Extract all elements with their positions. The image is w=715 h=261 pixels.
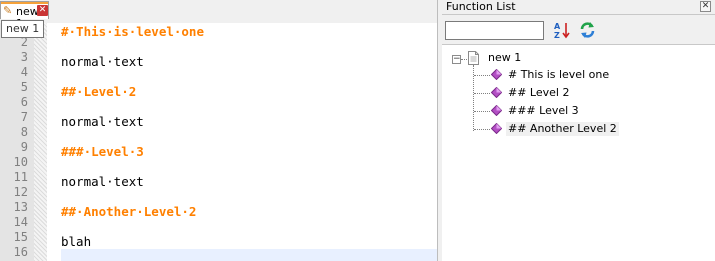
text-area[interactable]: #·This·is·level·one normal·text ##·Level·2… <box>47 23 437 261</box>
text-line[interactable]: normal·text <box>61 174 144 189</box>
tab-tooltip: new 1 <box>1 20 45 38</box>
line-number: 12 <box>13 185 28 199</box>
tab-bar: ✎ new 1 ✕ <box>0 0 437 30</box>
line-number: 16 <box>13 245 28 259</box>
tree-root-label[interactable]: new 1 <box>488 51 521 65</box>
line-number: 7 <box>20 110 28 124</box>
close-panel-icon[interactable]: ✕ <box>700 1 711 12</box>
function-search-input[interactable] <box>445 21 544 40</box>
function-list-title-bar: Function List ✕ <box>442 0 715 15</box>
function-list-item[interactable]: # This is level one <box>484 67 684 83</box>
heading-line[interactable]: ###·Level·3 <box>61 144 144 159</box>
pencil-icon: ✎ <box>3 4 13 17</box>
function-gem-icon <box>490 104 503 117</box>
line-number: 6 <box>20 95 28 109</box>
line-number: 15 <box>13 230 28 244</box>
editor-pane: ✎ new 1 ✕ new 1 12345678910111213141516 … <box>0 0 437 261</box>
line-number: 3 <box>20 50 28 64</box>
heading-line[interactable]: ##·Level·2 <box>61 84 136 99</box>
function-tree: − new 1 # This is level one ## Level 2 ###… <box>442 44 715 261</box>
line-number: 10 <box>13 155 28 169</box>
heading-line[interactable]: ##·Another·Level·2 <box>61 204 196 219</box>
function-item-label[interactable]: ## Level 2 <box>506 86 571 100</box>
function-item-label[interactable]: ### Level 3 <box>506 104 581 118</box>
line-number: 8 <box>20 125 28 139</box>
text-line[interactable]: normal·text <box>61 114 144 129</box>
function-list-item[interactable]: ## Another Level 2 <box>484 121 684 137</box>
document-icon <box>468 51 479 65</box>
line-number: 4 <box>20 65 28 79</box>
line-number: 14 <box>13 215 28 229</box>
sort-az-icon[interactable]: A Z <box>554 21 570 39</box>
tree-connector <box>461 59 467 60</box>
tab-close-icon[interactable]: ✕ <box>37 5 48 16</box>
function-item-label[interactable]: ## Another Level 2 <box>506 122 619 136</box>
function-gem-icon <box>490 68 503 81</box>
text-line[interactable]: normal·text <box>61 54 144 69</box>
function-gem-icon <box>490 122 503 135</box>
function-gem-icon <box>490 86 503 99</box>
function-list-item[interactable]: ### Level 3 <box>484 103 684 119</box>
line-number: 11 <box>13 170 28 184</box>
line-number: 5 <box>20 80 28 94</box>
line-number: 13 <box>13 200 28 214</box>
heading-line[interactable]: #·This·is·level·one <box>61 24 204 39</box>
refresh-icon[interactable] <box>579 21 596 39</box>
function-list-item[interactable]: ## Level 2 <box>484 85 684 101</box>
fold-margin[interactable] <box>34 23 47 261</box>
text-line[interactable]: blah <box>61 234 91 249</box>
function-list-title: Function List <box>446 0 516 13</box>
function-list-panel: Function List ✕ A Z − new 1 # This is le… <box>442 0 715 261</box>
svg-text:Z: Z <box>554 31 560 39</box>
function-item-label[interactable]: # This is level one <box>506 68 611 82</box>
collapse-icon[interactable]: − <box>452 55 461 64</box>
line-number: 9 <box>20 140 28 154</box>
svg-text:A: A <box>554 22 561 31</box>
tab-new-1[interactable]: ✎ new 1 ✕ <box>0 1 49 30</box>
current-line-highlight <box>61 249 437 261</box>
